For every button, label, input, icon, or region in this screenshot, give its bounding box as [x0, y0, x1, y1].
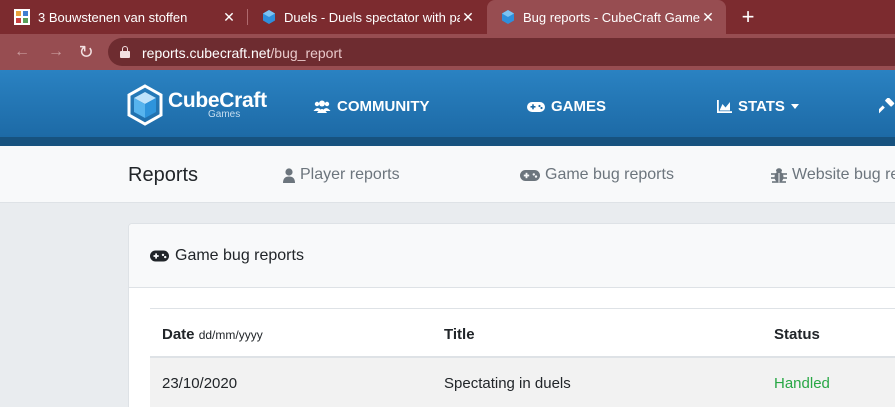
column-header-title[interactable]: Title — [444, 326, 475, 343]
browser-tab-strip: 3 Bouwstenen van stoffen ✕ Duels - Duels… — [0, 0, 895, 34]
nav-games[interactable]: GAMES — [527, 98, 606, 115]
url-text: reports.cubecraft.net/bug_report — [142, 45, 342, 61]
column-header-date[interactable]: Date dd/mm/yyyy — [162, 326, 263, 343]
table-header: Date dd/mm/yyyy Title Status — [150, 308, 895, 358]
gamepad-icon — [150, 250, 169, 262]
office-favicon-icon — [14, 9, 30, 25]
url-host: reports.cubecraft.net — [142, 45, 271, 61]
address-bar[interactable]: reports.cubecraft.net/bug_report — [108, 38, 895, 66]
reports-subnav: Reports Player reports Game bug reports — [0, 146, 895, 203]
back-button[interactable]: ← — [12, 42, 32, 62]
subnav-game-bug-reports[interactable]: Game bug reports — [520, 166, 674, 184]
close-tab-icon[interactable]: ✕ — [700, 9, 716, 26]
nav-community[interactable]: COMMUNITY — [313, 98, 430, 115]
chevron-down-icon — [790, 104, 799, 109]
browser-tab-bug-reports[interactable]: Bug reports - CubeCraft Games ✕ — [487, 0, 726, 34]
chart-icon — [717, 100, 732, 113]
subnav-player-reports[interactable]: Player reports — [283, 166, 400, 184]
cubecraft-logo[interactable]: CubeCraft Games — [126, 84, 267, 126]
users-icon — [313, 100, 331, 113]
row-title[interactable]: Spectating in duels — [444, 375, 571, 392]
column-date-label: Date — [162, 326, 195, 343]
tab-title: 3 Bouwstenen van stoffen — [38, 9, 188, 25]
nav-games-label: GAMES — [551, 98, 607, 115]
card-header: Game bug reports — [129, 224, 895, 288]
nav-stats[interactable]: STATS — [717, 98, 799, 115]
browser-tab-duels[interactable]: Duels - Duels spectator with part ✕ — [248, 0, 486, 34]
new-tab-button[interactable]: + — [737, 4, 759, 30]
cube-favicon-icon — [263, 10, 275, 24]
subnav-website-bug-reports[interactable]: Website bug re — [771, 166, 895, 184]
site-navbar: CubeCraft Games COMMUNITY GAMES STATS — [0, 70, 895, 146]
status-badge: Handled — [774, 375, 830, 392]
card-title-text: Game bug reports — [175, 247, 304, 264]
nav-stats-label: STATS — [738, 98, 785, 115]
tab-title: Duels - Duels spectator with part — [284, 9, 460, 25]
hammer-icon — [879, 98, 895, 114]
user-icon — [283, 167, 295, 183]
page-title: Reports — [128, 164, 199, 186]
cube-logo-icon — [127, 84, 163, 126]
card-title: Game bug reports — [150, 247, 304, 265]
nav-community-label: COMMUNITY — [337, 98, 430, 115]
column-header-status[interactable]: Status — [774, 326, 820, 343]
close-tab-icon[interactable]: ✕ — [221, 9, 237, 26]
gamepad-icon — [527, 101, 545, 113]
gamepad-icon — [520, 169, 540, 182]
url-path: /bug_report — [270, 45, 343, 61]
subnav-game-bug-reports-label: Game bug reports — [545, 166, 674, 183]
browser-tab-bouwstenen[interactable]: 3 Bouwstenen van stoffen ✕ — [0, 0, 247, 34]
tab-title: Bug reports - CubeCraft Games — [523, 9, 700, 25]
logo-text: CubeCraft Games — [168, 90, 267, 120]
row-date: 23/10/2020 — [162, 375, 238, 392]
game-bug-reports-card: Game bug reports Date dd/mm/yyyy Title S… — [128, 223, 895, 407]
table-row[interactable]: 23/10/2020 Spectating in duels Handled — [150, 358, 895, 407]
column-date-format: dd/mm/yyyy — [198, 328, 263, 342]
browser-toolbar: ← → ↻ reports.cubecraft.net/bug_report — [0, 34, 895, 70]
bug-icon — [771, 167, 787, 183]
forward-button[interactable]: → — [46, 42, 66, 62]
logo-name: CubeCraft — [168, 89, 267, 112]
lock-icon — [120, 46, 130, 58]
subnav-player-reports-label: Player reports — [300, 166, 400, 183]
subnav-website-bug-reports-label: Website bug re — [792, 166, 895, 183]
nav-tools[interactable] — [879, 98, 895, 114]
reload-button[interactable]: ↻ — [76, 42, 96, 62]
cube-favicon-icon — [502, 10, 514, 24]
close-tab-icon[interactable]: ✕ — [460, 9, 476, 26]
